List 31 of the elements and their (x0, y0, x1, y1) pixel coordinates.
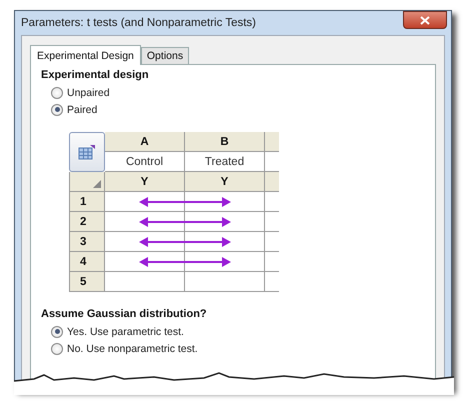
column-title: Treated (185, 152, 265, 172)
double-arrow-icon (138, 256, 230, 266)
column-type: Y (185, 172, 265, 192)
section-heading: Assume Gaussian distribution? (41, 308, 208, 320)
radio-option[interactable]: Unpaired (41, 84, 425, 101)
row-number: 5 (69, 272, 105, 292)
double-arrow-icon (138, 196, 230, 206)
column-letter: B (185, 132, 265, 152)
radio-option[interactable]: No. Use nonparametric test. (41, 340, 425, 357)
section-heading: Experimental design (41, 69, 150, 81)
table-icon (78, 144, 96, 160)
radio-option[interactable]: Paired (41, 101, 425, 118)
radio-option[interactable]: Yes. Use parametric test. (41, 323, 425, 340)
corner-triangle-icon (93, 180, 101, 188)
double-arrow-icon (138, 216, 230, 226)
double-arrow-icon (138, 236, 230, 246)
table-cell (265, 132, 279, 152)
close-button[interactable] (403, 11, 447, 29)
tab[interactable]: Options (140, 47, 190, 64)
row-number: 3 (69, 232, 105, 252)
row-number: 1 (69, 192, 105, 212)
close-icon (419, 16, 431, 24)
window-title: Parameters: t tests (and Nonparametric Tests) (21, 17, 256, 29)
column-letter: A (105, 132, 185, 152)
row-number: 4 (69, 252, 105, 272)
column-title: Control (105, 152, 185, 172)
column-type: Y (105, 172, 185, 192)
table-cell (265, 172, 279, 192)
tab[interactable]: Experimental Design (30, 45, 141, 65)
row-number: 2 (69, 212, 105, 232)
table-format-button[interactable] (69, 132, 105, 172)
